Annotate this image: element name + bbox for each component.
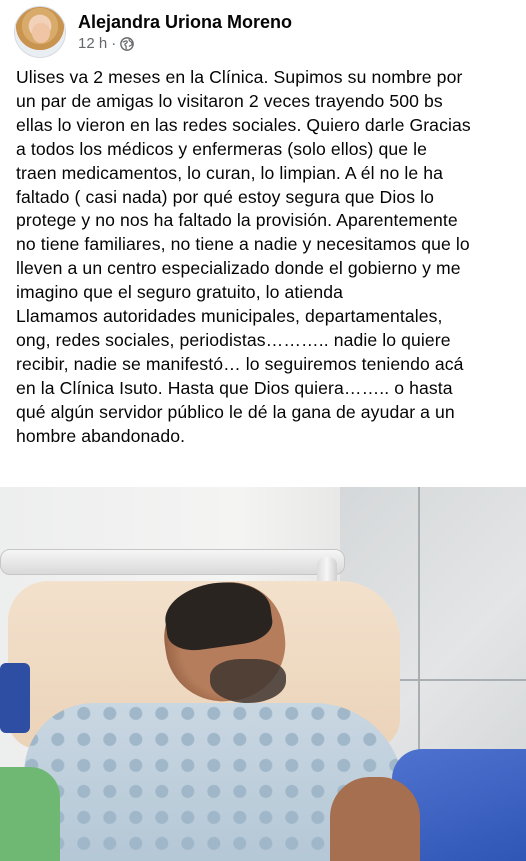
post-text-line: qué algún servidor público le dé la gana… xyxy=(16,401,455,422)
author-avatar[interactable] xyxy=(14,6,66,58)
post-subline: 12 h · xyxy=(78,35,292,53)
post-text-line: imagino que el seguro gratuito, lo atien… xyxy=(16,282,343,303)
post-text-line: traen medicamentos, lo curan, lo limpian… xyxy=(16,162,444,183)
post-text-line: recibir, nadie se manifestó… lo seguirem… xyxy=(16,353,464,374)
bed-rail xyxy=(0,549,345,575)
post-photo[interactable] xyxy=(0,487,526,861)
post-time[interactable]: 12 h xyxy=(78,35,107,53)
post-text-line: hombre abandonado. xyxy=(16,425,186,446)
post-text: Ulises va 2 meses en la Clínica. Supimos… xyxy=(16,66,516,449)
facebook-post: Alejandra Uriona Moreno 12 h · Ulises va… xyxy=(0,0,526,861)
patient-arm xyxy=(330,777,420,861)
separator-dot: · xyxy=(111,35,117,52)
post-text-line: ong, redes sociales, periodistas……….. na… xyxy=(16,329,451,350)
post-text-line: ellas lo vieron en las redes sociales. Q… xyxy=(16,114,471,135)
post-text-line: a todos los médicos y enfermeras (solo e… xyxy=(16,138,428,159)
post-text-line: no tiene familiares, no tiene a nadie y … xyxy=(16,234,470,255)
post-text-line: Ulises va 2 meses en la Clínica. Supimos… xyxy=(16,67,463,87)
post-text-line: en la Clínica Isuto. Hasta que Dios quie… xyxy=(16,377,453,398)
patient-beard xyxy=(210,659,286,703)
mattress-edge xyxy=(0,663,30,733)
green-sheet xyxy=(0,767,60,861)
post-text-line: lleven a un centro especializado donde e… xyxy=(16,258,461,279)
post-text-line: Llamamos autoridades municipales, depart… xyxy=(16,306,443,327)
post-text-line: un par de amigas lo visitaron 2 veces tr… xyxy=(16,90,443,111)
post-meta: Alejandra Uriona Moreno 12 h · xyxy=(78,11,292,53)
post-text-line: protege y no nos ha faltado la provisión… xyxy=(16,210,458,231)
author-name[interactable]: Alejandra Uriona Moreno xyxy=(78,11,292,33)
post-header: Alejandra Uriona Moreno 12 h · xyxy=(14,4,292,60)
post-text-line: faltado ( casi nada) por qué estoy segur… xyxy=(16,186,435,207)
globe-icon[interactable] xyxy=(120,37,135,51)
